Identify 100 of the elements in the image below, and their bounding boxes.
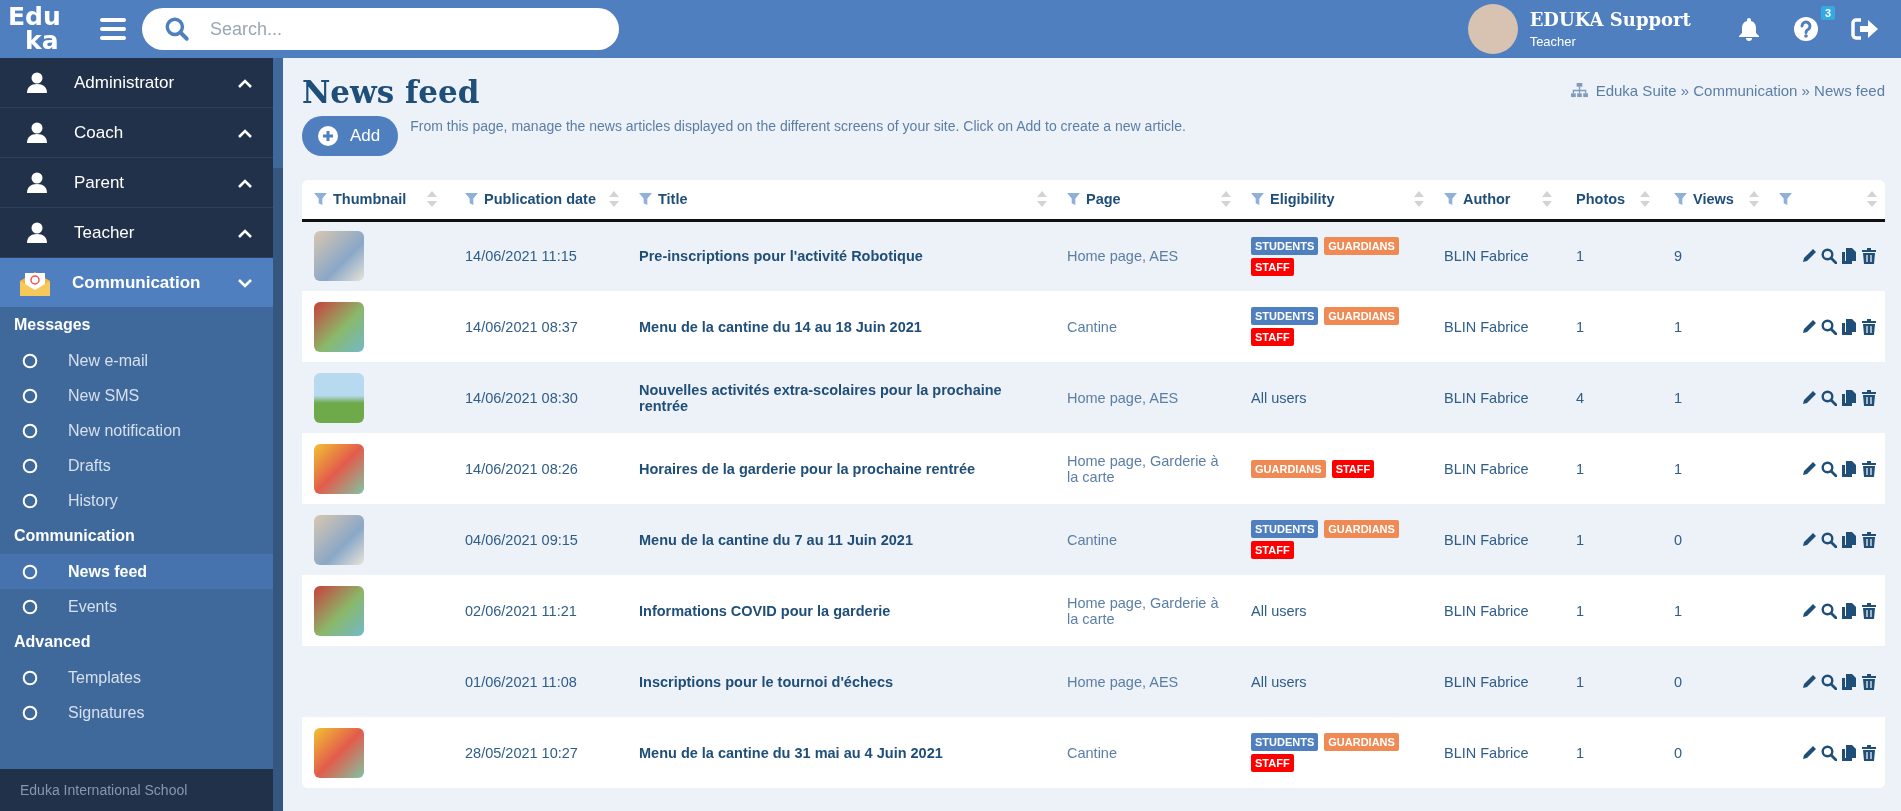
view-button[interactable] [1821, 389, 1837, 406]
column-header[interactable]: Publication date [484, 191, 609, 208]
photo-count: 1 [1576, 602, 1585, 619]
menu-item[interactable]: Teacher [0, 208, 273, 258]
delete-button[interactable] [1861, 744, 1877, 761]
search-icon [1821, 248, 1837, 265]
page-name[interactable]: Cantine [1067, 744, 1231, 761]
duplicate-button[interactable] [1841, 744, 1857, 761]
view-button[interactable] [1821, 318, 1837, 335]
column-header[interactable]: Eligibility [1270, 191, 1414, 208]
duplicate-button[interactable] [1841, 531, 1857, 548]
edit-button[interactable] [1801, 673, 1817, 690]
column-header[interactable]: Page [1086, 191, 1221, 208]
column-header[interactable]: Author [1463, 191, 1542, 208]
menu-item[interactable]: News feed [0, 554, 273, 589]
duplicate-button[interactable] [1841, 318, 1857, 335]
author-name: BLIN Fabrice [1444, 248, 1529, 265]
edit-button[interactable] [1801, 460, 1817, 477]
sort-icon [609, 191, 619, 208]
view-button[interactable] [1821, 531, 1837, 548]
view-button[interactable] [1821, 744, 1837, 761]
duplicate-button[interactable] [1841, 460, 1857, 477]
search-icon [1821, 460, 1837, 477]
trash-icon [1861, 744, 1877, 761]
circle-icon [22, 422, 38, 439]
menu-button[interactable] [100, 18, 126, 40]
duplicate-button[interactable] [1841, 602, 1857, 619]
sort-icon [1414, 191, 1424, 208]
search-field[interactable]: Search... [142, 8, 619, 50]
pencil-icon [1801, 673, 1817, 690]
column-header[interactable]: Title [658, 191, 1037, 208]
article-title[interactable]: Horaires de la garderie pour la prochaine rentrée [639, 460, 1047, 477]
menu-item[interactable]: Templates [0, 660, 273, 695]
article-title[interactable]: Informations COVID pour la garderie [639, 602, 1047, 619]
logo[interactable]: Edu ka [0, 5, 86, 53]
search-icon [1821, 602, 1837, 619]
menu-item[interactable]: New SMS [0, 378, 273, 413]
user-icon [26, 71, 48, 94]
delete-button[interactable] [1861, 318, 1877, 335]
eligibility-tag: STUDENTS [1251, 236, 1319, 255]
duplicate-button[interactable] [1841, 389, 1857, 406]
circle-icon [22, 352, 38, 369]
view-button[interactable] [1821, 460, 1837, 477]
page-name[interactable]: Home page, Garderie à la carte [1067, 594, 1231, 627]
help-button[interactable] [1792, 16, 1819, 42]
breadcrumb[interactable]: Eduka Suite » Communication » News feed [1595, 82, 1885, 99]
edit-button[interactable] [1801, 602, 1817, 619]
delete-button[interactable] [1861, 673, 1877, 690]
eligibility-text: All users [1251, 389, 1307, 406]
eligibility-tag: GUARDIANS [1324, 733, 1399, 751]
menu-item[interactable]: History [0, 483, 273, 518]
edit-button[interactable] [1801, 531, 1817, 548]
page-name[interactable]: Cantine [1067, 318, 1231, 335]
trash-icon [1861, 318, 1877, 335]
column-header[interactable]: Views [1693, 191, 1749, 208]
eligibility-tag: GUARDIANS [1324, 520, 1399, 538]
page-name[interactable]: Home page, Garderie à la carte [1067, 452, 1231, 485]
sitemap-icon [1570, 83, 1588, 98]
edit-button[interactable] [1801, 318, 1817, 335]
page-description: From this page, manage the news articles displayed on the different screens of your site. Click on Add to create a new article. [410, 118, 1186, 134]
menu-item[interactable]: New e-mail [0, 343, 273, 378]
view-button[interactable] [1821, 248, 1837, 265]
menu-item[interactable]: Communication [0, 258, 273, 307]
notifications-button[interactable] [1736, 16, 1761, 42]
duplicate-button[interactable] [1841, 248, 1857, 265]
delete-button[interactable] [1861, 602, 1877, 619]
edit-button[interactable] [1801, 248, 1817, 265]
photo-count: 1 [1576, 248, 1585, 265]
column-header[interactable]: Photos [1576, 191, 1640, 208]
publication-date: 02/06/2021 11:21 [465, 602, 577, 619]
delete-button[interactable] [1861, 531, 1877, 548]
delete-button[interactable] [1861, 248, 1877, 265]
pencil-icon [1801, 318, 1817, 335]
article-title[interactable]: Menu de la cantine du 14 au 18 Juin 2021 [639, 318, 1047, 335]
edit-button[interactable] [1801, 389, 1817, 406]
duplicate-button[interactable] [1841, 673, 1857, 690]
delete-button[interactable] [1861, 389, 1877, 406]
search-icon [1821, 744, 1837, 761]
sort-icon [1221, 191, 1231, 208]
delete-button[interactable] [1861, 460, 1877, 477]
article-title[interactable]: Menu de la cantine du 31 mai au 4 Juin 2021 [639, 744, 1047, 761]
author-name: BLIN Fabrice [1444, 389, 1529, 406]
menu-item[interactable]: Signatures [0, 695, 273, 730]
menu-item[interactable]: New notification [0, 413, 273, 448]
column-header[interactable]: Thumbnail [333, 191, 427, 208]
view-count: 1 [1674, 460, 1683, 477]
edit-button[interactable] [1801, 744, 1817, 761]
menu-item[interactable]: Drafts [0, 448, 273, 483]
view-button[interactable] [1821, 673, 1837, 690]
menu-item[interactable]: Administrator [0, 58, 273, 108]
view-button[interactable] [1821, 602, 1837, 619]
photo-count: 1 [1576, 673, 1585, 690]
publication-date: 14/06/2021 08:37 [465, 318, 578, 335]
menu-item[interactable]: Coach [0, 108, 273, 158]
menu-item[interactable]: Events [0, 589, 273, 624]
add-button[interactable]: Add [302, 116, 399, 156]
logout-button[interactable] [1851, 17, 1879, 41]
author-name: BLIN Fabrice [1444, 460, 1529, 477]
menu-item[interactable]: Parent [0, 158, 273, 208]
circle-icon [22, 563, 38, 580]
